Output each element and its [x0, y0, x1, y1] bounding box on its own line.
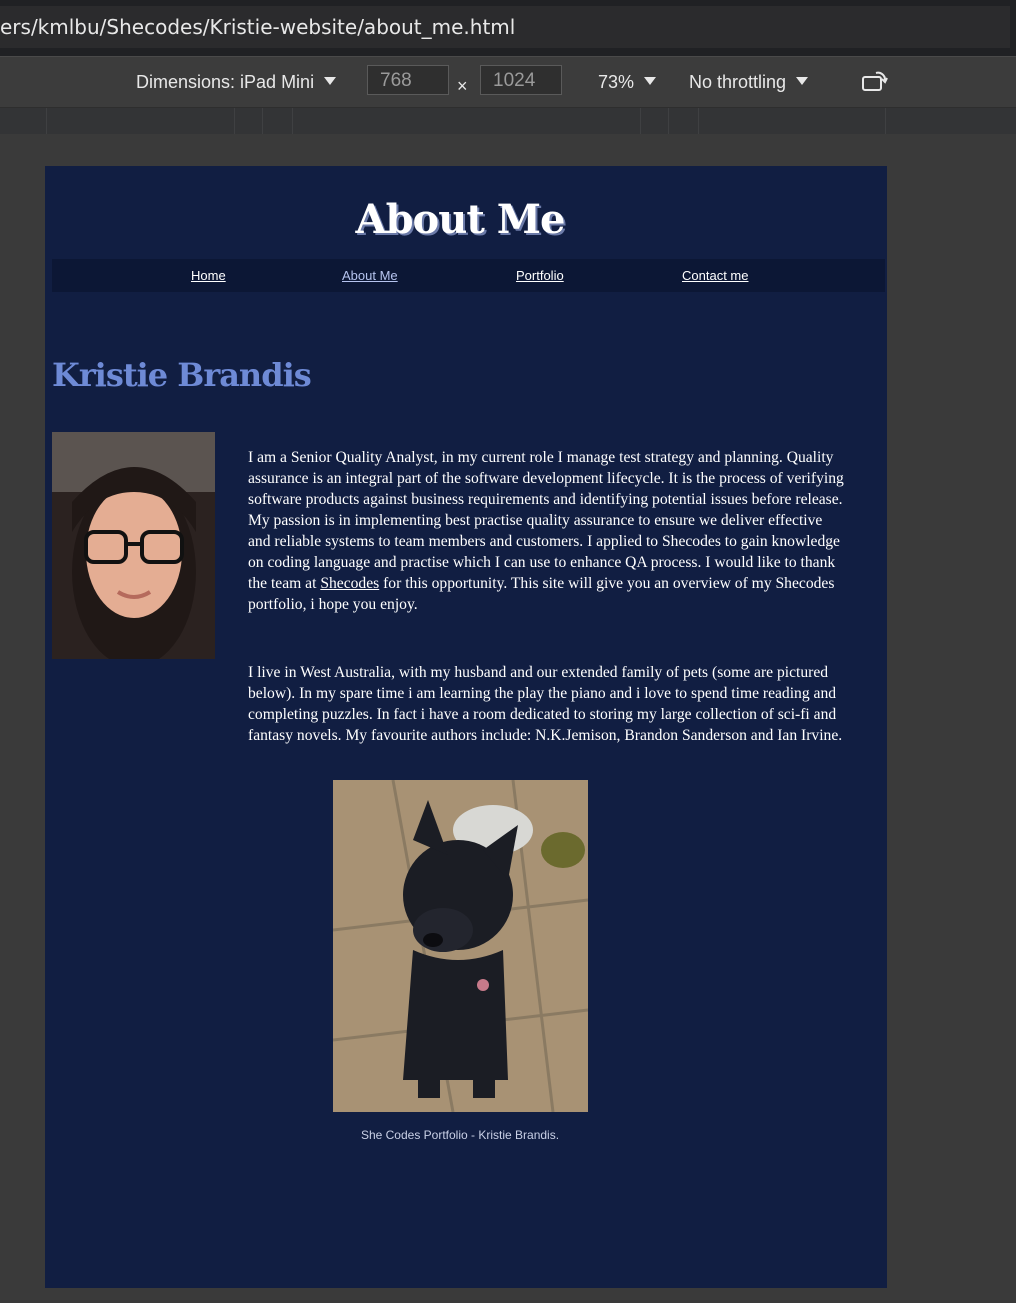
- chevron-down-icon: [796, 77, 809, 86]
- rotate-icon[interactable]: [860, 69, 888, 95]
- dog-photo: [333, 780, 588, 1112]
- zoom-dropdown[interactable]: 73%: [598, 57, 657, 107]
- shecodes-link[interactable]: Shecodes: [320, 575, 379, 592]
- media-query-ruler: [0, 108, 1016, 134]
- intro-text-1: I am a Senior Quality Analyst, in my cur…: [248, 449, 844, 592]
- nav-link-about[interactable]: About Me: [342, 259, 398, 292]
- intro-paragraph: I am a Senior Quality Analyst, in my cur…: [248, 447, 848, 615]
- nav-link-contact[interactable]: Contact me: [682, 259, 748, 292]
- footer-text: She Codes Portfolio - Kristie Brandis.: [360, 1128, 560, 1142]
- nav-link-portfolio[interactable]: Portfolio: [516, 259, 564, 292]
- zoom-label: 73%: [598, 72, 635, 92]
- dimensions-label: Dimensions: iPad Mini: [136, 72, 315, 92]
- page-title: About Me: [355, 196, 566, 243]
- page-viewport: About Me Home About Me Portfolio Contact…: [45, 166, 887, 1288]
- height-input[interactable]: 1024: [480, 65, 562, 95]
- device-toolbar: Dimensions: iPad Mini 768 × 1024 73% No …: [0, 57, 1016, 108]
- nav-bar: Home About Me Portfolio Contact me: [52, 259, 885, 292]
- about-paragraph: I live in West Australia, with my husban…: [248, 664, 843, 744]
- profile-photo: [52, 432, 215, 659]
- url-text[interactable]: ers/kmlbu/Shecodes/Kristie-website/about…: [0, 6, 1010, 48]
- address-bar[interactable]: ers/kmlbu/Shecodes/Kristie-website/about…: [0, 0, 1016, 57]
- times-sign: ×: [457, 76, 468, 96]
- chevron-down-icon: [644, 77, 657, 86]
- width-input[interactable]: 768: [367, 65, 449, 95]
- throttling-label: No throttling: [689, 72, 787, 92]
- name-heading: Kristie Brandis: [52, 356, 312, 394]
- throttling-dropdown[interactable]: No throttling: [689, 57, 809, 107]
- nav-link-home[interactable]: Home: [191, 259, 226, 292]
- chevron-down-icon: [324, 77, 337, 86]
- dimensions-dropdown[interactable]: Dimensions: iPad Mini: [136, 57, 337, 107]
